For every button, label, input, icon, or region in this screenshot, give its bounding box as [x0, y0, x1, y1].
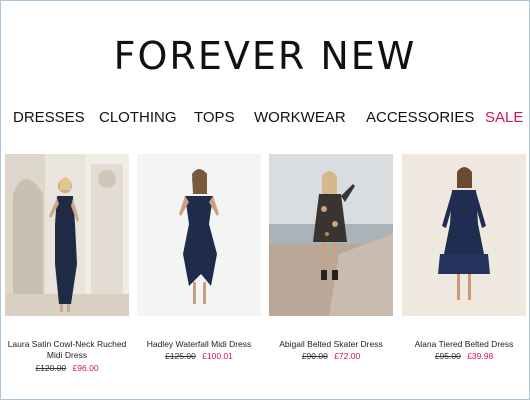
sale-price: £100.01	[202, 351, 233, 361]
nav-item-accessories[interactable]: ACCESSORIES	[366, 109, 474, 126]
product-name-line1[interactable]: Abigail Belted Skater Dress	[261, 339, 401, 350]
product-image[interactable]	[137, 154, 261, 316]
product-card[interactable]: Abigail Belted Skater Dress £90.00 £72.0…	[269, 154, 393, 361]
product-name-line1[interactable]: Hadley Waterfall Midi Dress	[129, 339, 269, 350]
product-prices: £95.00 £39.98	[394, 351, 530, 361]
product-name-line1[interactable]: Laura Satin Cowl-Neck Ruched	[0, 339, 137, 350]
product-image[interactable]	[269, 154, 393, 316]
product-name-line2[interactable]: Midi Dress	[0, 350, 137, 361]
nav-item-dresses[interactable]: DRESSES	[13, 109, 85, 126]
product-name[interactable]: Hadley Waterfall Midi Dress	[129, 339, 269, 350]
product-image[interactable]	[402, 154, 526, 316]
nav-item-workwear[interactable]: WORKWEAR	[254, 109, 346, 126]
brand-logo[interactable]: FOREVER NEW	[0, 34, 530, 78]
product-image[interactable]	[5, 154, 129, 316]
product-card[interactable]: Hadley Waterfall Midi Dress £125.00 £100…	[137, 154, 261, 361]
sale-price: £96.00	[72, 363, 99, 373]
original-price: £120.00	[35, 363, 67, 373]
product-card[interactable]: Laura Satin Cowl-Neck Ruched Midi Dress …	[5, 154, 129, 373]
product-prices: £90.00 £72.00	[261, 351, 401, 361]
product-name[interactable]: Laura Satin Cowl-Neck Ruched Midi Dress	[0, 339, 137, 361]
nav-item-tops[interactable]: TOPS	[194, 109, 235, 126]
product-name[interactable]: Abigail Belted Skater Dress	[261, 339, 401, 350]
product-name-line1[interactable]: Alana Tiered Belted Dress	[394, 339, 530, 350]
nav-item-clothing[interactable]: CLOTHING	[99, 109, 177, 126]
original-price: £125.00	[165, 351, 196, 361]
sale-price: £72.00	[334, 351, 361, 361]
product-card[interactable]: Alana Tiered Belted Dress £95.00 £39.98	[402, 154, 526, 361]
original-price: £95.00	[434, 351, 461, 361]
product-name[interactable]: Alana Tiered Belted Dress	[394, 339, 530, 350]
original-price: £90.00	[301, 351, 328, 361]
sale-price: £39.98	[467, 351, 494, 361]
nav-item-sale[interactable]: SALE	[485, 109, 523, 126]
product-prices: £125.00 £100.01	[129, 351, 269, 361]
product-prices: £120.00 £96.00	[0, 363, 137, 373]
main-nav: DRESSES CLOTHING TOPS WORKWEAR ACCESSORI…	[0, 109, 530, 129]
